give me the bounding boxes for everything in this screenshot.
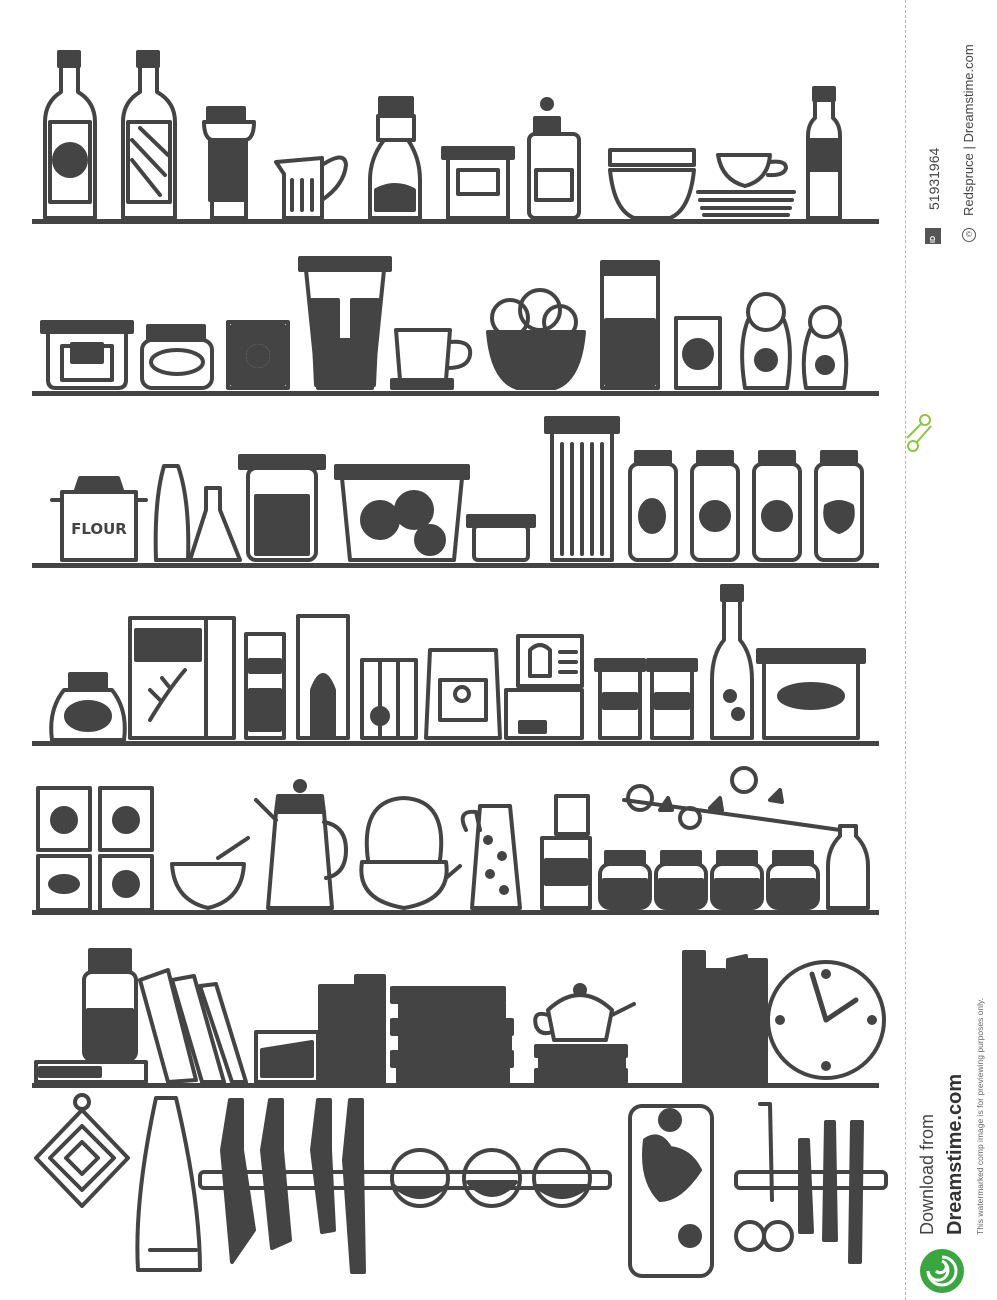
- spice-jar-icon: [598, 850, 652, 910]
- book-pile-icon: [534, 1044, 628, 1084]
- scissors-knives-rack-icon: [734, 1102, 888, 1264]
- fruit-bowl-icon: [486, 288, 586, 390]
- shelf-6-items: [34, 948, 886, 1084]
- spice-jar-icon: [710, 850, 764, 910]
- flour-label: FLOUR: [71, 520, 127, 538]
- image-id: 51931964: [926, 147, 942, 210]
- matryoshka-icon: [740, 292, 792, 390]
- kitchen-shelves-illustration: FLOUR: [32, 50, 888, 1278]
- flask-icon: [188, 486, 242, 562]
- animal-tins-icon: [36, 786, 154, 912]
- download-from-text: Download from: [917, 1113, 937, 1235]
- preserve-jar-icon: [690, 450, 740, 562]
- tea-box-icon: [360, 658, 418, 740]
- dreamstime-logo-icon[interactable]: [918, 1247, 966, 1295]
- coffee-pot-icon: [254, 779, 348, 910]
- bottle-icon: [43, 50, 97, 220]
- jar-icon: [140, 324, 214, 390]
- box-icon: [244, 632, 286, 740]
- flour-pot-icon: FLOUR: [50, 476, 148, 562]
- cereal-box-icon: [128, 616, 236, 740]
- flower-branch-icon: [622, 766, 842, 832]
- photographer-credit: Redspruce | Dreamstime.com: [961, 44, 976, 216]
- shelf-2-items: [40, 256, 849, 390]
- storage-box-icon: [238, 454, 326, 562]
- vase-icon: [826, 824, 870, 910]
- kettle-icon: [359, 796, 462, 910]
- watermark-disclaimer: This watermarked comp image is for previ…: [975, 998, 985, 1235]
- dashed-divider: [905, 0, 906, 1300]
- jar-icon: [82, 948, 138, 1062]
- pasta-box-icon: [296, 614, 350, 740]
- lunch-box-icon: [466, 514, 536, 562]
- preserve-jar-icon: [752, 450, 802, 562]
- upright-books-icon: [682, 950, 768, 1084]
- shelf-1-items: [43, 50, 842, 220]
- bottle-icon: [121, 50, 177, 220]
- spice-jar-icon: [766, 850, 820, 910]
- spice-tin-icon: [594, 658, 646, 740]
- bag-icon: [424, 648, 502, 740]
- jar-icon: [202, 106, 256, 220]
- cruet-icon: [368, 96, 422, 220]
- box-icon: [504, 688, 584, 740]
- jug-icon: [274, 155, 348, 220]
- jar-icon: [527, 97, 581, 220]
- book-pile-icon: [390, 986, 514, 1084]
- id-badge: ID: [925, 228, 941, 244]
- cookie-box-icon: [334, 464, 470, 562]
- books-icon: [318, 974, 386, 1084]
- teapot-icon: [533, 983, 636, 1042]
- book-stack-icon: [34, 1060, 148, 1084]
- blender-jar-icon: [298, 256, 392, 390]
- copyright-icon: ©: [962, 228, 976, 242]
- spice-tin-icon: [646, 658, 698, 740]
- spaghetti-jar-icon: [544, 416, 620, 562]
- spice-stack-icon: [540, 794, 592, 910]
- canister-icon: [441, 146, 515, 220]
- shelf-5-items: [36, 766, 870, 912]
- pot-holder-icon: [34, 1093, 130, 1208]
- oil-bottle-icon: [806, 86, 842, 220]
- shelf-3-items: FLOUR: [50, 416, 864, 562]
- wine-bottle-icon: [710, 584, 754, 740]
- tin-can-icon: [674, 316, 722, 390]
- tin-can-icon: [254, 1030, 320, 1084]
- mug-icon: [390, 328, 473, 390]
- mortar-pestle-icon: [170, 836, 250, 910]
- photo-card-icon: [516, 634, 584, 688]
- container-icon: [40, 320, 134, 390]
- preserve-jar-icon: [814, 450, 864, 562]
- coffee-jar-icon: [49, 672, 127, 742]
- site-name[interactable]: Dreamstime.com: [944, 1074, 967, 1235]
- knife-rack-icon: [198, 1098, 612, 1274]
- preserve-jar-icon: [628, 450, 678, 562]
- tin-can-icon: [226, 320, 290, 390]
- clock-icon: [766, 960, 886, 1080]
- teacup-icon: [696, 153, 796, 217]
- scissors-icon: [906, 414, 932, 452]
- spice-jar-icon: [654, 850, 708, 910]
- wall-items: [34, 1093, 888, 1278]
- matryoshka-icon: [801, 305, 849, 390]
- cutting-board-icon: [628, 1104, 714, 1278]
- towel-icon: [135, 1096, 202, 1272]
- grater-icon: [460, 804, 522, 910]
- bread-box-icon: [756, 648, 866, 740]
- glass-jar-icon: [600, 260, 660, 390]
- shelf-4-items: [49, 584, 866, 742]
- bowls-icon: [608, 148, 696, 220]
- vase-icon: [153, 464, 191, 562]
- leaning-books-icon: [138, 968, 248, 1084]
